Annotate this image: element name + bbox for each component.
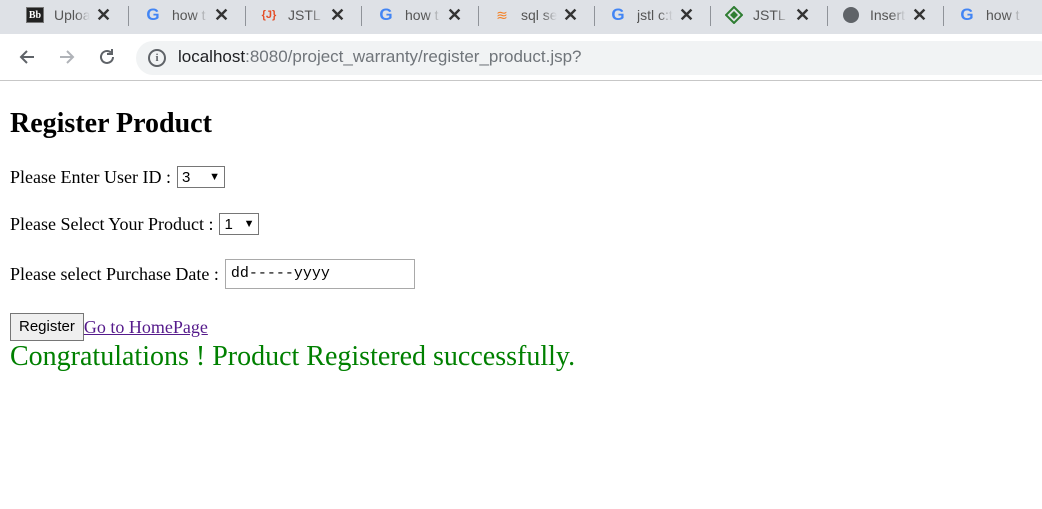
tab-google-3[interactable]: G jstl c:t ✕	[593, 0, 694, 30]
tab-title: JSTL -	[753, 7, 789, 23]
blackboard-icon: Bb	[26, 6, 44, 24]
register-button[interactable]: Register	[10, 313, 84, 341]
tab-title: Uploa	[54, 7, 90, 23]
success-message: Congratulations ! Product Registered suc…	[10, 341, 576, 372]
product-select[interactable]: 1 ▼	[219, 213, 260, 235]
tab-google-2[interactable]: G how t ✕	[361, 0, 462, 30]
google-icon: G	[960, 5, 974, 24]
close-icon[interactable]: ✕	[912, 6, 927, 24]
tab-title: Insert	[870, 7, 906, 23]
tab-google-1[interactable]: G how t ✕	[128, 0, 229, 30]
browser-toolbar: i localhost:8080/project_warranty/regist…	[0, 34, 1042, 81]
reload-icon	[100, 49, 114, 64]
product-row: Please Select Your Product : 1 ▼	[10, 213, 260, 235]
tab-title: jstl c:t	[637, 7, 673, 23]
dropdown-arrow-icon: ▼	[243, 218, 255, 230]
tab-jstl-1[interactable]: {J} JSTL S ✕	[244, 0, 345, 30]
tab-upload[interactable]: Bb Uploa ✕	[10, 0, 111, 30]
jstl-icon: {J}	[261, 9, 277, 21]
user-id-row: Please Enter User ID : 3 ▼	[10, 166, 225, 188]
product-label: Please Select Your Product :	[10, 213, 214, 234]
purchase-date-input[interactable]: dd-----yyyy	[224, 259, 415, 289]
close-icon[interactable]: ✕	[563, 6, 578, 24]
back-button[interactable]	[13, 43, 41, 71]
url-path: :8080/project_warranty/register_product.…	[245, 47, 582, 66]
tab-stackoverflow[interactable]: ≋ sql se ✕	[477, 0, 578, 30]
reload-button[interactable]	[93, 43, 121, 71]
tab-title: sql se	[521, 7, 557, 23]
google-icon: G	[379, 5, 393, 24]
globe-icon	[842, 6, 860, 24]
tab-jstl-2[interactable]: JSTL - ✕	[709, 0, 810, 30]
arrow-left-icon	[19, 50, 34, 64]
google-icon: G	[611, 5, 625, 24]
date-row: Please select Purchase Date : dd-----yyy…	[10, 259, 415, 289]
close-icon[interactable]: ✕	[96, 6, 111, 24]
tab-title: how t	[172, 7, 206, 23]
close-icon[interactable]: ✕	[679, 6, 694, 24]
product-value: 1	[224, 215, 233, 233]
stackoverflow-icon: ≋	[496, 6, 508, 23]
date-label: Please select Purchase Date :	[10, 263, 219, 284]
homepage-link[interactable]: Go to HomePage	[84, 317, 208, 338]
tab-title: JSTL S	[288, 7, 324, 23]
address-bar[interactable]: i localhost:8080/project_warranty/regist…	[136, 41, 1042, 75]
user-id-label: Please Enter User ID :	[10, 166, 171, 187]
close-icon[interactable]: ✕	[214, 6, 229, 24]
tab-title: how t	[405, 7, 439, 23]
user-id-select[interactable]: 3 ▼	[176, 166, 225, 188]
close-icon[interactable]: ✕	[795, 6, 810, 24]
dropdown-arrow-icon: ▼	[209, 171, 220, 183]
tab-insert[interactable]: Insert ✕	[826, 0, 927, 30]
arrow-right-icon	[60, 50, 75, 64]
jstl-icon	[725, 6, 743, 24]
tab-google-4[interactable]: G how t	[942, 0, 1022, 30]
close-icon[interactable]: ✕	[447, 6, 462, 24]
url-text[interactable]: localhost:8080/project_warranty/register…	[178, 47, 582, 67]
user-id-value: 3	[181, 168, 191, 186]
forward-button[interactable]	[53, 43, 81, 71]
tab-title: how t	[986, 7, 1020, 23]
browser-tab-strip: Bb Uploa ✕ G how t ✕ {J} JSTL S ✕ G how …	[0, 0, 1042, 34]
info-icon[interactable]: i	[148, 49, 166, 67]
url-host: localhost	[178, 47, 246, 66]
action-row: Register Go to HomePage	[10, 313, 208, 341]
google-icon: G	[146, 5, 160, 24]
close-icon[interactable]: ✕	[330, 6, 345, 24]
page-title: Register Product	[10, 108, 212, 139]
